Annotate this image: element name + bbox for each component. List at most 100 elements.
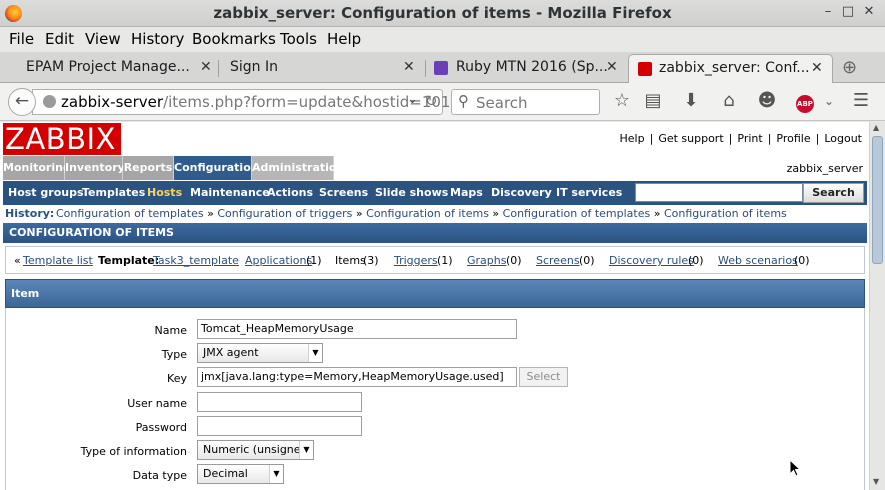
- menu-reports[interactable]: Reports: [123, 156, 174, 180]
- zabbix-search-button[interactable]: Search: [803, 183, 864, 203]
- graphs-count: (0): [506, 254, 522, 267]
- submenu-it-services[interactable]: IT services: [556, 186, 622, 199]
- submenu-hosts[interactable]: Hosts: [147, 186, 182, 199]
- submenu-templates[interactable]: Templates: [82, 186, 145, 199]
- triggers-link[interactable]: Triggers: [394, 254, 438, 267]
- site-info-icon[interactable]: [43, 95, 56, 108]
- adblock-dropdown-icon[interactable]: ⌄: [818, 90, 840, 112]
- browser-search-box[interactable]: ⚲ Search: [451, 89, 600, 115]
- close-window-icon[interactable]: ✕: [861, 4, 877, 19]
- top-links: Help | Get support | Print | Profile | Logout: [619, 132, 862, 145]
- tab-ruby-mtn[interactable]: Ruby MTN 2016 (Sp... ✕: [426, 54, 626, 83]
- username-input[interactable]: [197, 392, 362, 412]
- menu-history[interactable]: History: [131, 30, 184, 48]
- discovery-rules-link[interactable]: Discovery rules: [609, 254, 694, 267]
- menu-help[interactable]: Help: [327, 30, 361, 48]
- submenu-slide-shows[interactable]: Slide shows: [375, 186, 448, 199]
- history-trail: Configuration of templates » Configurati…: [56, 207, 787, 220]
- menu-edit[interactable]: Edit: [45, 30, 74, 48]
- scroll-up-icon[interactable]: ▲: [873, 123, 879, 132]
- web-scenarios-link[interactable]: Web scenarios: [718, 254, 798, 267]
- history-link[interactable]: Configuration of triggers: [217, 207, 352, 220]
- tab-label: Ruby MTN 2016 (Sp...: [456, 59, 608, 75]
- bookmarks-menu-icon[interactable]: ▤: [642, 90, 664, 112]
- data-type-select[interactable]: Decimal ▼: [197, 464, 284, 484]
- scroll-down-icon[interactable]: ▼: [873, 477, 879, 486]
- submenu-maintenance[interactable]: Maintenance: [190, 186, 270, 199]
- tab-zabbix[interactable]: zabbix_server: Conf... ✕: [628, 54, 833, 83]
- chevron-down-icon: ▼: [299, 441, 313, 459]
- hamburger-menu-icon[interactable]: ☰: [850, 90, 872, 112]
- tab-close-icon[interactable]: ✕: [200, 59, 212, 75]
- menu-inventory[interactable]: Inventory: [65, 156, 125, 180]
- zabbix-favicon-icon: [638, 62, 652, 76]
- menu-administration[interactable]: Administration: [252, 156, 344, 180]
- applications-link[interactable]: Applications: [245, 254, 312, 267]
- zabbix-logo[interactable]: ZABBIX: [3, 123, 121, 155]
- type-label: Type: [161, 348, 187, 361]
- menu-view[interactable]: View: [85, 30, 121, 48]
- get-support-link[interactable]: Get support: [658, 132, 723, 145]
- items-label: Items: [335, 254, 366, 267]
- history-link[interactable]: Configuration of templates: [503, 207, 651, 220]
- tab-sign-in[interactable]: Sign In ✕: [219, 54, 425, 83]
- menu-file[interactable]: File: [9, 30, 34, 48]
- submenu-actions[interactable]: Actions: [267, 186, 313, 199]
- profile-link[interactable]: Profile: [776, 132, 810, 145]
- history-link[interactable]: Configuration of templates: [56, 207, 204, 220]
- type-of-information-select[interactable]: Numeric (unsigned) ▼: [197, 440, 314, 460]
- home-icon[interactable]: ⌂: [718, 90, 740, 112]
- key-input[interactable]: jmx[java.lang:type=Memory,HeapMemoryUsag…: [197, 367, 517, 387]
- chat-icon[interactable]: ☻: [756, 90, 778, 112]
- history-link[interactable]: Configuration of items: [664, 207, 787, 220]
- page-scrollbar[interactable]: ▲ ▼: [869, 122, 885, 490]
- item-form-header: Item: [5, 279, 865, 308]
- tab-label: zabbix_server: Conf...: [659, 60, 810, 76]
- tab-close-icon[interactable]: ✕: [403, 59, 415, 75]
- tab-epam[interactable]: EPAM Project Manage... ✕: [0, 54, 218, 83]
- password-input[interactable]: [197, 416, 362, 436]
- tab-label: EPAM Project Manage...: [26, 59, 190, 75]
- menu-tools[interactable]: Tools: [280, 30, 317, 48]
- url-dropdown-icon[interactable]: ⌄: [407, 92, 418, 107]
- items-count: (3): [363, 254, 379, 267]
- web-scenarios-count: (0): [794, 254, 810, 267]
- discovery-rules-count: (0): [688, 254, 704, 267]
- submenu-screens[interactable]: Screens: [319, 186, 368, 199]
- screens-link[interactable]: Screens: [536, 254, 580, 267]
- downloads-icon[interactable]: ⬇: [680, 90, 702, 112]
- reload-icon[interactable]: ↻: [425, 92, 438, 110]
- submenu-maps[interactable]: Maps: [450, 186, 483, 199]
- name-input[interactable]: Tomcat_HeapMemoryUsage: [197, 319, 517, 339]
- screens-count: (0): [579, 254, 595, 267]
- tab-label: Sign In: [230, 59, 278, 75]
- history-link[interactable]: Configuration of items: [366, 207, 489, 220]
- template-name-link[interactable]: Task3_template: [153, 254, 239, 267]
- type-select[interactable]: JMX agent ▼: [197, 343, 323, 363]
- menu-bookmarks[interactable]: Bookmarks: [192, 30, 276, 48]
- minimize-icon[interactable]: –: [820, 4, 836, 19]
- key-select-button[interactable]: Select: [519, 367, 568, 387]
- print-link[interactable]: Print: [737, 132, 762, 145]
- scrollbar-thumb[interactable]: [872, 136, 883, 264]
- tab-close-icon[interactable]: ✕: [811, 60, 823, 76]
- graphs-link[interactable]: Graphs: [467, 254, 506, 267]
- url-bar[interactable]: zabbix-server/items.php?form=update&host…: [32, 89, 460, 115]
- submenu-discovery[interactable]: Discovery: [491, 186, 552, 199]
- type-of-information-label: Type of information: [80, 445, 187, 458]
- menu-monitoring[interactable]: Monitoring: [3, 156, 71, 180]
- maximize-icon[interactable]: □: [840, 4, 856, 19]
- template-list-link[interactable]: Template list: [23, 254, 93, 267]
- help-link[interactable]: Help: [620, 132, 645, 145]
- page-content: ZABBIX Help | Get support | Print | Profile | Lo…: [0, 122, 869, 490]
- adblock-icon[interactable]: ABP: [794, 90, 816, 113]
- bookmark-star-icon[interactable]: ☆: [611, 90, 633, 112]
- tab-strip: EPAM Project Manage... ✕ Sign In ✕ Ruby …: [0, 52, 885, 83]
- menu-configuration[interactable]: Configuration: [174, 156, 259, 180]
- tab-close-icon[interactable]: ✕: [606, 59, 618, 75]
- back-button[interactable]: ←: [8, 88, 36, 116]
- submenu-host-groups[interactable]: Host groups: [8, 186, 84, 199]
- zabbix-search-input[interactable]: [635, 183, 803, 202]
- logout-link[interactable]: Logout: [824, 132, 862, 145]
- new-tab-icon[interactable]: ⊕: [842, 57, 857, 78]
